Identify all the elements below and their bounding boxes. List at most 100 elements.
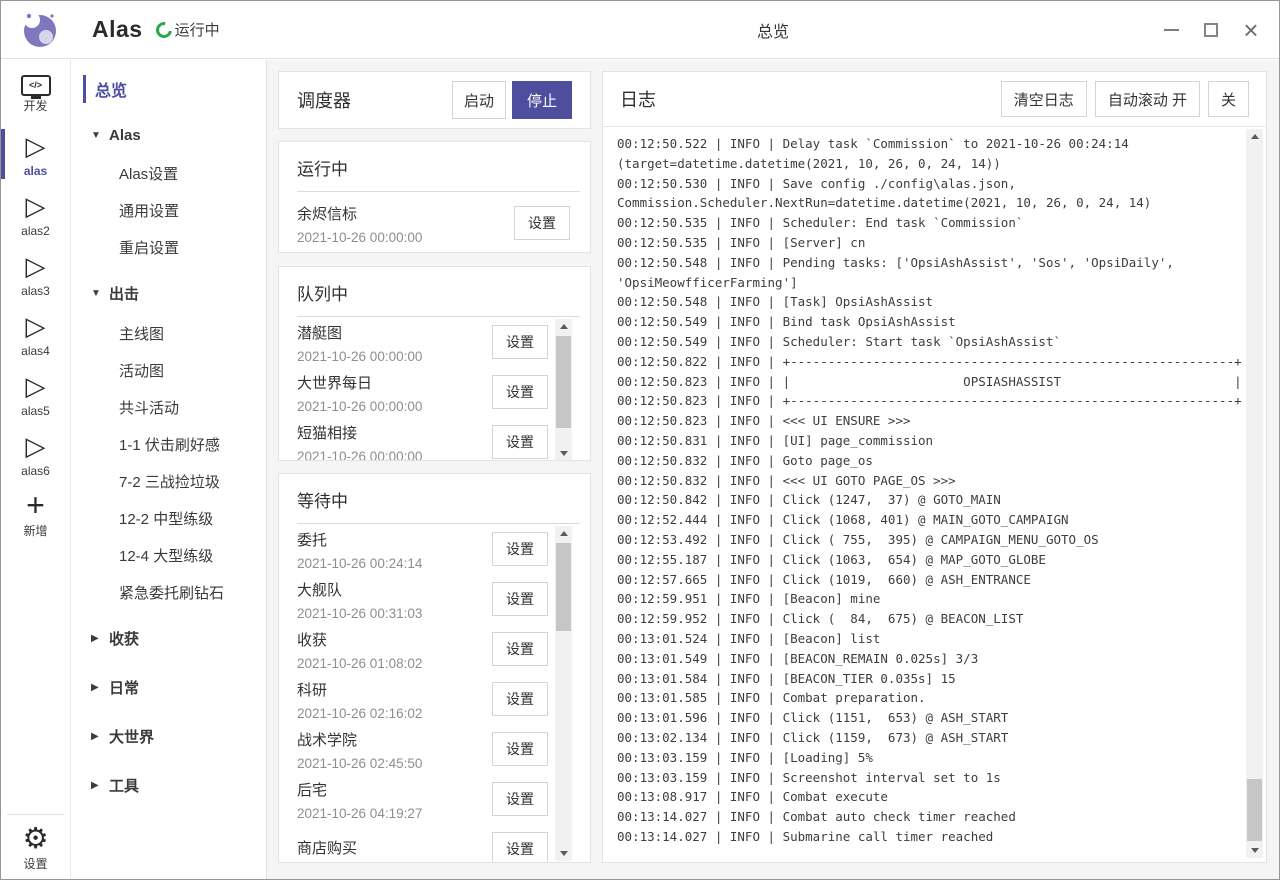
menu-item[interactable]: 7-2 三战捡垃圾 <box>71 463 266 500</box>
menu-item[interactable]: 1-1 伏击刷好感 <box>71 426 266 463</box>
task-info: 后宅 2021-10-26 04:19:27 <box>297 777 492 821</box>
task-time: 2021-10-26 02:45:50 <box>297 756 492 771</box>
task-name: 收获 <box>297 631 492 650</box>
start-button[interactable]: 启动 <box>452 81 506 119</box>
scrollbar-thumb[interactable] <box>556 336 571 428</box>
clear-log-button[interactable]: 清空日志 <box>1001 81 1087 117</box>
rail-item[interactable]: alas <box>1 124 70 184</box>
task-setting-button[interactable]: 设置 <box>492 632 548 666</box>
task-setting-button[interactable]: 设置 <box>492 732 548 766</box>
maximize-button[interactable] <box>1195 10 1227 50</box>
rail-items: 开发 alas alas2 alas3 <box>1 64 70 544</box>
scrollbar[interactable] <box>555 319 572 461</box>
queue-card: 队列中 潜艇图 2021-10-26 00:00:00 设置 <box>278 266 591 461</box>
menu-item[interactable]: 12-2 中型练级 <box>71 500 266 537</box>
menu-item[interactable]: 日常 <box>71 666 266 709</box>
task-time: 2021-10-26 00:31:03 <box>297 606 492 621</box>
task-setting-button[interactable]: 设置 <box>514 206 570 240</box>
task-time: 2021-10-26 00:00:00 <box>297 449 492 461</box>
rail-item[interactable]: 开发 <box>1 64 70 124</box>
task-setting-button[interactable]: 设置 <box>492 832 548 863</box>
play-icon <box>26 311 46 343</box>
log-line: (target=datetime.datetime(2021, 10, 26, … <box>617 154 1242 174</box>
log-line: 00:12:50.822 | INFO | +-----------------… <box>617 352 1242 372</box>
menu-item-label: 活动图 <box>119 360 164 381</box>
task-row: 收获 2021-10-26 01:08:02 设置 <box>297 624 582 674</box>
task-setting-button[interactable]: 设置 <box>492 782 548 816</box>
menu-item[interactable]: 总览 <box>71 68 266 110</box>
minimize-icon <box>1164 29 1179 31</box>
group-arrow-icon <box>91 633 109 644</box>
rail-item[interactable]: alas4 <box>1 304 70 364</box>
task-setting-button[interactable]: 设置 <box>492 532 548 566</box>
autoscroll-on-button[interactable]: 自动滚动 开 <box>1095 81 1200 117</box>
task-time: 2021-10-26 00:00:00 <box>297 230 514 245</box>
task-name: 委托 <box>297 531 492 550</box>
menu-item[interactable]: 出击 <box>71 272 266 315</box>
rail-item-label: alas <box>24 164 47 178</box>
autoscroll-off-button[interactable]: 关 <box>1208 81 1249 117</box>
stop-button[interactable]: 停止 <box>512 81 572 119</box>
task-setting-button[interactable]: 设置 <box>492 582 548 616</box>
rail-item[interactable]: alas2 <box>1 184 70 244</box>
rail-item-settings[interactable]: 设置 <box>1 815 70 879</box>
minimize-button[interactable] <box>1155 10 1187 50</box>
gear-icon <box>23 822 49 854</box>
menu-item[interactable]: 共斗活动 <box>71 389 266 426</box>
rail-item[interactable]: alas3 <box>1 244 70 304</box>
task-row: 大世界每日 2021-10-26 00:00:00 设置 <box>297 367 582 417</box>
rail-item-label: 新增 <box>23 522 47 539</box>
plus-icon <box>26 489 45 521</box>
running-spinner-icon <box>152 18 174 40</box>
scroll-down-icon[interactable] <box>555 846 572 861</box>
log-line: 00:12:50.832 | INFO | Goto page_os <box>617 451 1242 471</box>
menu-item[interactable]: 紧急委托刷钻石 <box>71 574 266 611</box>
rail-item[interactable]: alas6 <box>1 424 70 484</box>
group-arrow-icon <box>91 130 109 141</box>
task-setting-button[interactable]: 设置 <box>492 375 548 409</box>
rail-item-label: 设置 <box>23 855 47 872</box>
menu-item[interactable]: 工具 <box>71 764 266 807</box>
scrollbar-thumb[interactable] <box>556 543 571 631</box>
rail-item-label: alas4 <box>21 344 50 358</box>
log-body[interactable]: 00:12:50.522 | INFO | Delay task `Commis… <box>603 127 1266 862</box>
close-button[interactable]: × <box>1235 10 1267 50</box>
log-line: 00:12:50.535 | INFO | Scheduler: End tas… <box>617 213 1242 233</box>
log-line: 00:12:50.832 | INFO | <<< UI GOTO PAGE_O… <box>617 471 1242 491</box>
log-line: 00:12:50.522 | INFO | Delay task `Commis… <box>617 134 1242 154</box>
menu-item[interactable]: Alas <box>71 116 266 155</box>
scheduler-column: 调度器 启动 停止 运行中 余烬信标 2021-10-26 00:00:00 <box>278 71 591 863</box>
log-line: 00:12:50.548 | INFO | [Task] OpsiAshAssi… <box>617 292 1242 312</box>
task-row: 科研 2021-10-26 02:16:02 设置 <box>297 674 582 724</box>
scroll-up-icon[interactable] <box>1246 129 1263 144</box>
menu-item[interactable]: Alas设置 <box>71 155 266 192</box>
scroll-up-icon[interactable] <box>555 319 572 334</box>
menu-item[interactable]: 12-4 大型练级 <box>71 537 266 574</box>
rail-item[interactable]: alas5 <box>1 364 70 424</box>
menu-item[interactable]: 大世界 <box>71 715 266 758</box>
page-title: 总览 <box>757 18 789 42</box>
log-scrollbar[interactable] <box>1246 129 1263 858</box>
menu-item[interactable]: 通用设置 <box>71 192 266 229</box>
scrollbar-thumb[interactable] <box>1247 779 1262 841</box>
scroll-down-icon[interactable] <box>1246 843 1263 858</box>
rail-item[interactable]: 新增 <box>1 484 70 544</box>
task-setting-button[interactable]: 设置 <box>492 682 548 716</box>
menu-item[interactable]: 收获 <box>71 617 266 660</box>
menu-item[interactable]: 活动图 <box>71 352 266 389</box>
waiting-title: 等待中 <box>297 487 580 524</box>
log-title: 日志 <box>620 86 993 112</box>
scrollbar[interactable] <box>555 526 572 861</box>
scroll-up-icon[interactable] <box>555 526 572 541</box>
waiting-list[interactable]: 委托 2021-10-26 00:24:14 设置 大舰队 2021-10-26… <box>297 524 582 863</box>
task-setting-button[interactable]: 设置 <box>492 425 548 459</box>
waiting-card: 等待中 委托 2021-10-26 00:24:14 设置 <box>278 473 591 863</box>
scroll-down-icon[interactable] <box>555 446 572 461</box>
menu-item[interactable]: 重启设置 <box>71 229 266 266</box>
log-line: 00:12:50.823 | INFO | <<< UI ENSURE >>> <box>617 411 1242 431</box>
rail-spacer <box>1 544 70 814</box>
log-line: 00:12:50.535 | INFO | [Server] cn <box>617 233 1242 253</box>
menu-item[interactable]: 主线图 <box>71 315 266 352</box>
task-setting-button[interactable]: 设置 <box>492 325 548 359</box>
queue-list[interactable]: 潜艇图 2021-10-26 00:00:00 设置 大世界每日 2021-10… <box>297 317 582 461</box>
